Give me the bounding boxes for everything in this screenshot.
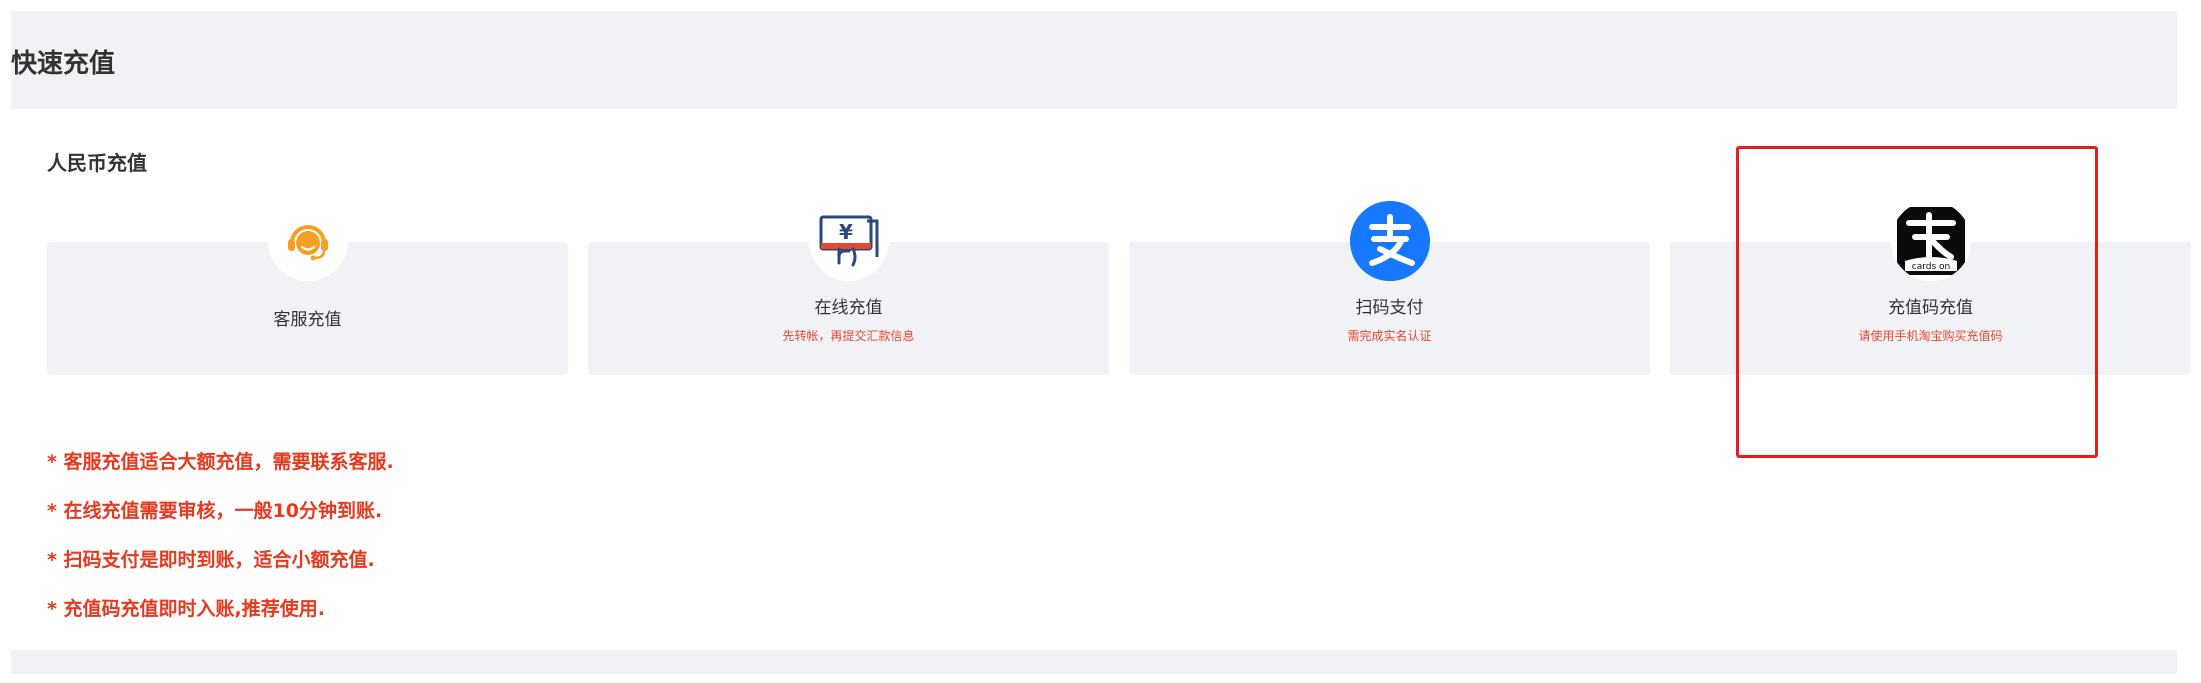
note-scan-pay: * 扫码支付是即时到账，适合小额充值. [47, 549, 375, 571]
cards-on-logo-text: cards on [1911, 262, 1949, 272]
card-subtitle: 需完成实名认证 [1347, 329, 1432, 343]
bank-transfer-icon: ¥ [808, 201, 889, 281]
card-label: 客服充值 [273, 310, 342, 330]
headset-icon [267, 201, 348, 281]
cards-on-icon: cards on [1890, 201, 1971, 281]
card-subtitle: 请使用手机淘宝购买充值码 [1858, 329, 2003, 343]
card-subtitle: 先转帐，再提交汇款信息 [782, 329, 915, 343]
card-label: 充值码充值 [1888, 298, 1973, 318]
recharge-panel: 人民币充值 客服充值 ¥ 在线充值 先转帐，再提交汇款信息 扫码支付 需完成实名… [11, 109, 2191, 650]
card-label: 扫码支付 [1355, 298, 1424, 318]
note-recharge-code: * 充值码充值即时入账,推荐使用. [47, 598, 325, 620]
card-recharge-code[interactable]: cards on 充值码充值 请使用手机淘宝购买充值码 [1670, 201, 2191, 375]
note-online: * 在线充值需要审核，一般10分钟到账. [47, 500, 383, 522]
page-title: 快速充值 [11, 49, 116, 79]
card-label: 在线充值 [814, 298, 883, 318]
card-online-recharge[interactable]: ¥ 在线充值 先转帐，再提交汇款信息 [588, 201, 1109, 375]
note-customer-service: * 客服充值适合大额充值，需要联系客服. [47, 451, 394, 473]
svg-text:¥: ¥ [839, 220, 853, 244]
card-scan-pay[interactable]: 扫码支付 需完成实名认证 [1129, 201, 1650, 375]
card-customer-service-recharge[interactable]: 客服充值 [47, 201, 568, 375]
section-title: 人民币充值 [47, 151, 147, 175]
alipay-icon [1349, 201, 1430, 281]
page-shell: 快速充值 人民币充值 客服充值 ¥ 在线充值 先转帐，再提交汇款信息 扫码支付 … [11, 11, 2191, 674]
